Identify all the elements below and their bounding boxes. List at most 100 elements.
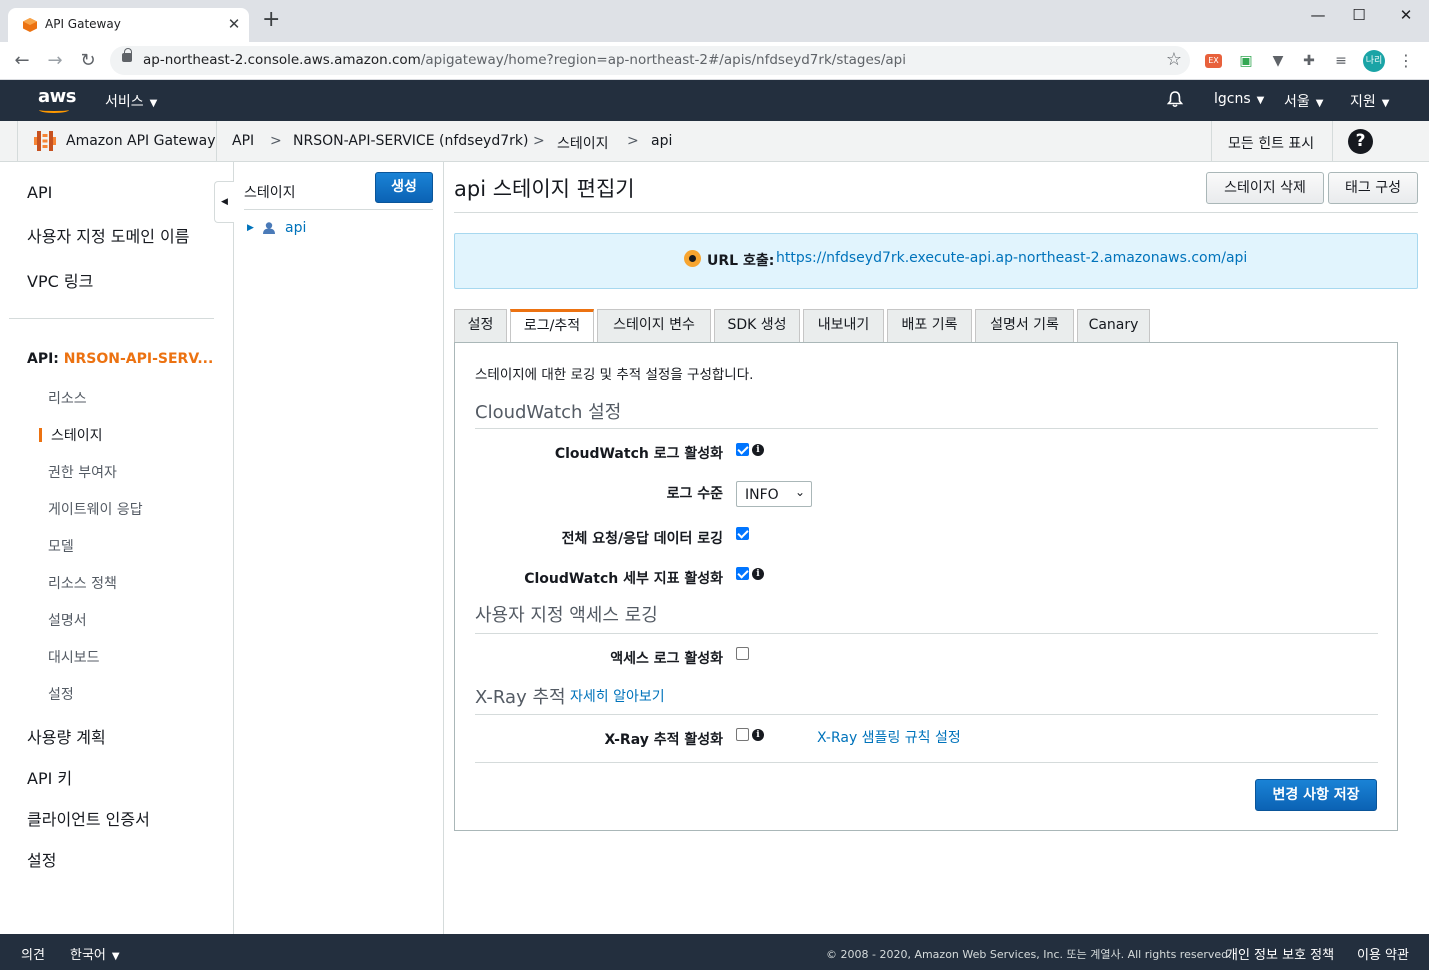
services-menu[interactable]: 서비스 ▼	[105, 91, 157, 111]
collapse-sidebar-button[interactable]: ◀	[214, 181, 234, 223]
sidebar-item-gateway-responses[interactable]: 게이트웨이 응답	[48, 499, 143, 519]
support-menu[interactable]: 지원 ▼	[1350, 91, 1389, 111]
invoke-url-link[interactable]: https://nfdseyd7rk.execute-api.ap-northe…	[776, 250, 1247, 266]
help-icon[interactable]: ?	[1348, 129, 1373, 154]
extension-v-icon[interactable]: ▼	[1269, 52, 1287, 70]
service-name: Amazon API Gateway	[66, 133, 216, 149]
tab-deployment-history[interactable]: 배포 기록	[887, 309, 972, 342]
panel-intro: 스테이지에 대한 로깅 및 추적 설정을 구성합니다.	[475, 367, 754, 383]
sidebar-item-authorizers[interactable]: 권한 부여자	[48, 462, 117, 482]
page-title: api 스테이지 편집기	[454, 177, 635, 201]
sidebar-item-models[interactable]: 모델	[48, 536, 74, 556]
tab-stage-variables[interactable]: 스테이지 변수	[597, 309, 711, 342]
address-bar[interactable]: ap-northeast-2.console.aws.amazon.com/ap…	[110, 46, 1190, 75]
notification-bell-icon[interactable]	[1166, 90, 1184, 108]
full-logging-checkbox[interactable]	[736, 527, 749, 540]
window-close-icon[interactable]: ✕	[1391, 6, 1421, 24]
tab-sdk-generation[interactable]: SDK 생성	[714, 309, 800, 342]
privacy-policy-link[interactable]: 개인 정보 보호 정책	[1226, 944, 1334, 963]
sidebar-current-api[interactable]: API: NRSON-API-SERV...	[27, 351, 213, 367]
sidebar-item-client-certificates[interactable]: 클라이언트 인증서	[27, 806, 150, 830]
language-selector[interactable]: 한국어 ▼	[70, 944, 120, 963]
xray-learn-more-link[interactable]: 자세히 알아보기	[570, 686, 665, 706]
breadcrumb-api-service[interactable]: NRSON-API-SERVICE (nfdseyd7rk)	[293, 133, 528, 149]
sidebar-item-custom-domains[interactable]: 사용자 지정 도메인 이름	[27, 223, 189, 247]
tab-documentation-history[interactable]: 설명서 기록	[975, 309, 1074, 342]
info-icon[interactable]: i	[752, 568, 764, 580]
sidebar-item-apis[interactable]: API	[27, 183, 52, 202]
detailed-metrics-label: CloudWatch 세부 지표 활성화	[524, 571, 723, 587]
tab-settings[interactable]: 설정	[454, 309, 507, 342]
access-logs-checkbox[interactable]	[736, 647, 749, 660]
save-changes-button[interactable]: 변경 사항 저장	[1255, 779, 1377, 811]
maximize-icon[interactable]: ☐	[1344, 6, 1374, 24]
xray-sampling-rules-link[interactable]: X-Ray 샘플링 규칙 설정	[817, 727, 961, 747]
minimize-icon[interactable]: —	[1303, 6, 1333, 24]
info-icon[interactable]: i	[752, 729, 764, 741]
terms-of-use-link[interactable]: 이용 약관	[1357, 944, 1409, 963]
log-level-select[interactable]: INFO ⌄	[736, 481, 812, 507]
configure-tags-button[interactable]: 태그 구성	[1328, 172, 1418, 204]
sidebar-item-resources[interactable]: 리소스	[48, 388, 87, 408]
close-tab-icon[interactable]: ✕	[226, 15, 242, 33]
cloudwatch-logs-checkbox[interactable]	[736, 443, 749, 456]
delete-stage-button[interactable]: 스테이지 삭제	[1206, 172, 1324, 204]
chevron-down-icon: ⌄	[794, 485, 805, 499]
tab-logs-tracing[interactable]: 로그/추적	[510, 309, 594, 343]
api-gateway-service-icon	[34, 131, 56, 151]
expand-arrow-icon[interactable]: ▶	[247, 223, 254, 233]
service-home-link[interactable]: Amazon API Gateway	[17, 121, 217, 161]
browser-titlebar: API Gateway ✕ + — ☐ ✕	[0, 0, 1429, 42]
detailed-metrics-checkbox[interactable]	[736, 567, 749, 580]
console-footer: 의견 한국어 ▼ © 2008 - 2020, Amazon Web Servic…	[0, 934, 1429, 970]
sidebar-item-api-settings[interactable]: 설정	[48, 684, 74, 704]
lock-icon	[122, 48, 132, 62]
invoke-url-label: URL 호출:	[707, 253, 775, 269]
bookmark-star-icon[interactable]: ☆	[1166, 49, 1182, 70]
sidebar-item-resource-policy[interactable]: 리소스 정책	[48, 573, 117, 593]
tab-export[interactable]: 내보내기	[803, 309, 884, 342]
aws-logo[interactable]: aws	[38, 86, 77, 107]
active-indicator	[39, 428, 42, 442]
region-menu[interactable]: 서울 ▼	[1284, 91, 1323, 111]
feedback-link[interactable]: 의견	[21, 944, 45, 963]
tab-canary[interactable]: Canary	[1077, 309, 1150, 342]
section-divider	[475, 428, 1378, 429]
breadcrumb-stages[interactable]: 스테이지	[557, 133, 609, 153]
show-hints-label: 모든 힌트 표시	[1228, 136, 1315, 152]
custom-access-logging-heading: 사용자 지정 액세스 로깅	[475, 605, 658, 626]
extension-ex-icon[interactable]: EX	[1205, 54, 1222, 68]
service-breadcrumb-bar: Amazon API Gateway API > NRSON-API-SERVI…	[0, 121, 1429, 162]
sidebar-item-vpc-links[interactable]: VPC 링크	[27, 268, 93, 292]
reload-icon[interactable]: ↻	[77, 50, 99, 72]
back-icon[interactable]: ←	[11, 50, 33, 72]
sidebar-item-dashboard[interactable]: 대시보드	[48, 647, 100, 667]
stages-heading: 스테이지	[244, 185, 296, 201]
caret-left-icon: ◀	[221, 197, 228, 207]
sidebar-item-stages[interactable]: 스테이지	[51, 425, 103, 445]
extensions-puzzle-icon[interactable]: ✚	[1300, 52, 1318, 70]
forward-icon[interactable]: →	[44, 50, 66, 72]
xray-tracing-checkbox[interactable]	[736, 728, 749, 741]
sidebar-item-settings[interactable]: 설정	[27, 847, 56, 871]
breadcrumb-api[interactable]: API	[232, 133, 254, 149]
sidebar-item-usage-plans[interactable]: 사용량 계획	[27, 724, 106, 748]
info-icon[interactable]: i	[752, 444, 764, 456]
account-menu[interactable]: lgcns ▼	[1214, 91, 1264, 107]
log-level-label: 로그 수준	[666, 486, 723, 502]
reading-list-icon[interactable]: ≡	[1332, 52, 1350, 70]
stage-icon	[263, 222, 275, 234]
show-hints-button[interactable]: 모든 힌트 표시	[1211, 121, 1333, 161]
breadcrumb-separator: >	[533, 133, 545, 149]
extension-screen-icon[interactable]: ▣	[1237, 52, 1255, 70]
browser-toolbar: ← → ↻ ap-northeast-2.console.aws.amazon.…	[0, 42, 1429, 80]
sidebar-item-api-keys[interactable]: API 키	[27, 765, 72, 789]
create-stage-button[interactable]: 생성	[375, 172, 433, 203]
browser-menu-icon[interactable]: ⋮	[1397, 52, 1415, 70]
sidebar-item-documentation[interactable]: 설명서	[48, 610, 87, 630]
caret-down-icon: ▼	[1381, 98, 1390, 109]
browser-tab[interactable]: API Gateway ✕	[8, 8, 249, 42]
new-tab-icon[interactable]: +	[262, 9, 280, 31]
stage-tree-item-api[interactable]: api	[285, 220, 306, 236]
profile-avatar[interactable]: 나리	[1363, 50, 1385, 72]
